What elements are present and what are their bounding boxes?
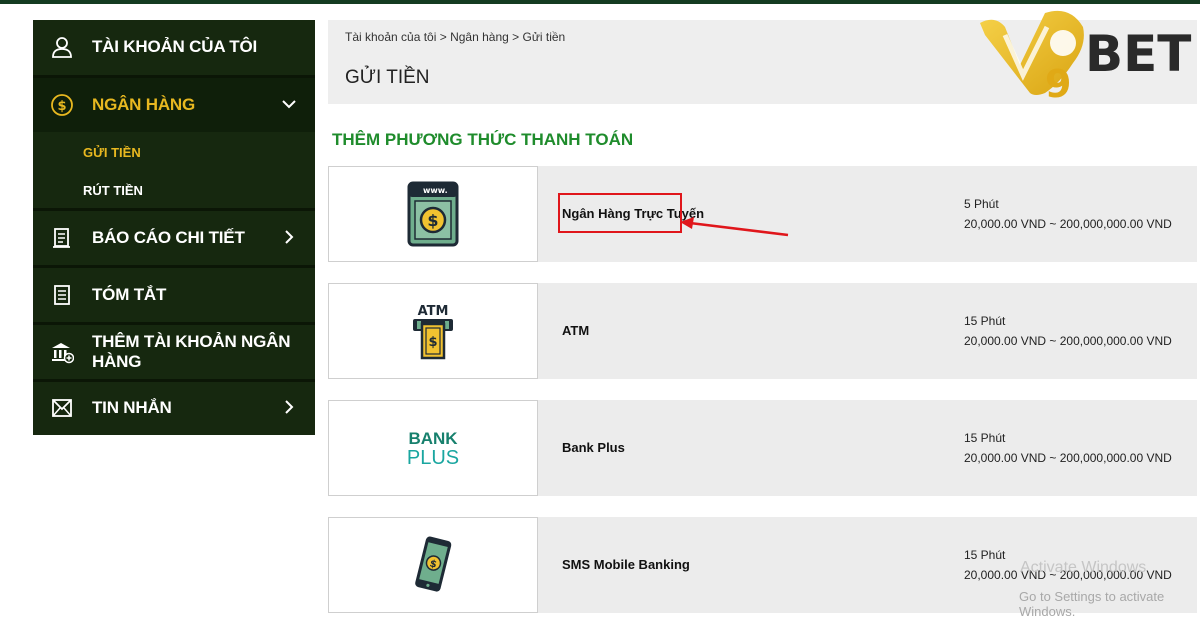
bank-plus-logo: BANK PLUS <box>407 429 459 469</box>
sidebar-subitem-deposit[interactable]: GỬI TIỀN <box>83 145 141 160</box>
payment-thumb: ATM $ <box>328 283 538 379</box>
chevron-down-icon[interactable] <box>281 96 297 112</box>
sidebar-item-bank[interactable]: $ NGÂN HÀNG <box>33 78 315 132</box>
payment-method-bank-plus[interactable]: BANK PLUS Bank Plus 15 Phút 20,000.00 VN… <box>328 400 1197 496</box>
breadcrumb-deposit: Gửi tiền <box>522 30 566 44</box>
arrow-annotation-icon <box>680 217 789 237</box>
chevron-right-icon[interactable] <box>281 229 297 245</box>
online-banking-icon: www. $ <box>407 181 459 247</box>
chevron-right-icon[interactable] <box>281 399 297 415</box>
mobile-banking-icon: $ <box>415 536 452 592</box>
svg-text:ATM: ATM <box>418 304 449 319</box>
payment-method-name: Bank Plus <box>562 440 625 455</box>
payment-thumb: $ <box>328 517 538 613</box>
svg-text:PLUS: PLUS <box>407 447 459 469</box>
breadcrumb-separator: > <box>439 30 447 44</box>
bank-add-icon <box>52 343 74 364</box>
top-bar <box>0 0 1200 4</box>
svg-text:$: $ <box>428 335 437 350</box>
payment-info: Bank Plus 15 Phút 20,000.00 VND ~ 200,00… <box>538 400 1197 496</box>
svg-text:www.: www. <box>423 186 448 195</box>
user-icon <box>52 37 72 58</box>
document-icon <box>54 285 70 305</box>
atm-icon: ATM $ <box>413 304 453 360</box>
payment-processing-time: 15 Phút <box>964 548 1006 562</box>
sidebar-item-messages[interactable]: TIN NHẮN <box>33 381 315 435</box>
activate-windows-watermark: Activate Windows <box>1020 559 1147 576</box>
payment-method-atm[interactable]: ATM $ ATM 15 Phút 20,000.00 VND ~ 200,00… <box>328 283 1197 379</box>
sidebar: TÀI KHOẢN CỦA TÔI $ NGÂN HÀNG GỬI TIỀN R… <box>33 20 315 435</box>
sidebar-item-add-bank-account[interactable]: THÊM TÀI KHOẢN NGÂN HÀNG <box>33 325 315 379</box>
breadcrumb-bank[interactable]: Ngân hàng <box>450 30 509 44</box>
report-icon <box>53 228 70 248</box>
highlight-annotation <box>558 193 682 233</box>
payment-method-name: SMS Mobile Banking <box>562 557 690 572</box>
sidebar-item-label: TIN NHẮN <box>92 398 172 417</box>
payment-thumb: www. $ <box>328 166 538 262</box>
breadcrumb: Tài khoản của tôi > Ngân hàng > Gửi tiền <box>345 30 565 44</box>
payment-processing-time: 15 Phút <box>964 314 1006 328</box>
envelope-icon <box>52 399 72 417</box>
payment-processing-time: 15 Phút <box>964 431 1006 445</box>
sidebar-item-label: TÓM TẮT <box>92 285 167 304</box>
payment-amount-range: 20,000.00 VND ~ 200,000,000.00 VND <box>964 217 1172 231</box>
breadcrumb-separator: > <box>512 30 520 44</box>
v9bet-logo: 9 BET <box>980 10 1191 100</box>
sidebar-subitem-withdraw[interactable]: RÚT TIỀN <box>83 183 143 198</box>
sidebar-item-detailed-report[interactable]: BÁO CÁO CHI TIẾT <box>33 211 315 265</box>
payment-amount-range: 20,000.00 VND ~ 200,000,000.00 VND <box>964 451 1172 465</box>
payment-amount-range: 20,000.00 VND ~ 200,000,000.00 VND <box>964 334 1172 348</box>
svg-text:$: $ <box>57 99 66 114</box>
logo-digit: 9 <box>1045 62 1071 100</box>
logo-text: BET <box>1085 25 1191 83</box>
svg-text:$: $ <box>427 211 438 230</box>
payment-info: ATM 15 Phút 20,000.00 VND ~ 200,000,000.… <box>538 283 1197 379</box>
svg-text:BANK: BANK <box>408 429 458 448</box>
dollar-coin-icon: $ <box>51 94 73 116</box>
section-title: THÊM PHƯƠNG THỨC THANH TOÁN <box>332 130 634 149</box>
sidebar-item-summary[interactable]: TÓM TẮT <box>33 268 315 322</box>
payment-processing-time: 5 Phút <box>964 197 999 211</box>
breadcrumb-my-account[interactable]: Tài khoản của tôi <box>345 30 436 44</box>
sidebar-item-label: BÁO CÁO CHI TIẾT <box>92 228 245 247</box>
page-title: GỬI TIỀN <box>345 67 430 88</box>
sidebar-item-label: THÊM TÀI KHOẢN NGÂN HÀNG <box>92 332 291 371</box>
payment-method-name: ATM <box>562 323 590 338</box>
sidebar-item-label: TÀI KHOẢN CỦA TÔI <box>92 37 258 56</box>
sidebar-item-label: NGÂN HÀNG <box>92 95 196 114</box>
sidebar-item-my-account[interactable]: TÀI KHOẢN CỦA TÔI <box>33 20 315 74</box>
activate-windows-hint: Go to Settings to activate Windows. <box>1019 589 1165 619</box>
payment-thumb: BANK PLUS <box>328 400 538 496</box>
